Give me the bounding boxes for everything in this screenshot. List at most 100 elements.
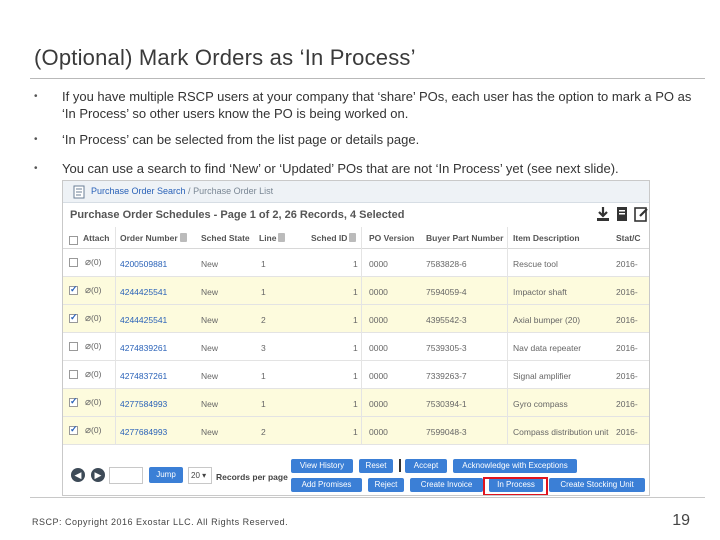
add-promises-button[interactable]: Add Promises [291,478,362,492]
column-header-buyer-part-number[interactable]: Buyer Part Number [426,233,503,243]
grid-title: Purchase Order Schedules - Page 1 of 2, … [70,209,405,221]
attachment-cell[interactable]: ⌀(0) [85,257,101,268]
line-cell: 1 [261,399,266,409]
column-header-line[interactable]: Line [259,233,286,243]
column-header-status[interactable]: Stat/C [616,233,641,243]
item-description-cell: Signal amplifier [513,371,572,381]
jump-button[interactable]: Jump [149,467,183,483]
row-checkbox[interactable] [69,312,78,323]
buyer-part-number-cell: 7539305-3 [426,343,467,353]
order-number-link[interactable]: 4200509881 [120,259,167,269]
attachment-cell[interactable]: ⌀(0) [85,313,101,324]
breadcrumb-current: Purchase Order List [193,186,274,196]
column-divider [115,227,116,445]
slide-title: (Optional) Mark Orders as ‘In Process’ [34,45,416,70]
table-row[interactable]: ⌀(0) 4274839261 New 3 1 0000 7539305-3 Nav data… [63,333,649,361]
row-checkbox[interactable] [69,396,78,407]
grid-footer: ◀ ▶ Jump 20 ▾ Records per page View Hist… [63,459,649,495]
bullet-list: • If you have multiple RSCP users at you… [30,88,705,189]
attachment-count: (0) [91,425,102,435]
po-version-cell: 0000 [369,315,388,325]
sched-id-cell: 1 [353,315,358,325]
create-stocking-unit-button[interactable]: Create Stocking Unit [549,478,645,492]
attachment-cell[interactable]: ⌀(0) [85,285,101,296]
po-version-cell: 0000 [369,371,388,381]
table-row[interactable]: ⌀(0) 4277684993 New 2 1 0000 7599048-3 Compass … [63,417,649,445]
order-number-link[interactable]: 4274837261 [120,371,167,381]
column-divider [361,227,362,445]
attachment-cell[interactable]: ⌀(0) [85,341,101,352]
bullet-item: • If you have multiple RSCP users at you… [30,88,705,122]
attachment-count: (0) [91,257,102,267]
sort-icon[interactable] [179,233,187,242]
sched-state-cell: New [201,259,219,269]
row-checkbox[interactable] [69,424,78,435]
table-row[interactable]: ⌀(0) 4274837261 New 1 1 0000 7339263-7 Signal a… [63,361,649,389]
status-date-cell: 2016- [616,371,638,381]
table-row[interactable]: ⌀(0) 4200509881 New 1 1 0000 7583828-6 Rescue t… [63,249,649,277]
order-number-link[interactable]: 4277684993 [120,427,167,437]
status-date-cell: 2016- [616,399,638,409]
order-number-link[interactable]: 4244425541 [120,287,167,297]
table-row[interactable]: ⌀(0) 4244425541 New 1 1 0000 7594059-4 Impactor… [63,277,649,305]
order-number-link[interactable]: 4277584993 [120,399,167,409]
item-description-cell: Compass distribution unit [513,427,609,437]
column-header-attach[interactable]: Attach [83,233,109,243]
column-header-order-number[interactable]: Order Number [120,233,187,243]
bullet-marker: • [34,134,38,145]
buyer-part-number-cell: 7530394-1 [426,399,467,409]
po-version-cell: 0000 [369,343,388,353]
po-version-cell: 0000 [369,287,388,297]
print-icon[interactable] [614,205,630,223]
reject-button[interactable]: Reject [368,478,404,492]
column-header-po-version[interactable]: PO Version [369,233,414,243]
breadcrumb-link-po-search[interactable]: Purchase Order Search [91,186,186,196]
column-header-label: Order Number [120,233,178,243]
page-number-input[interactable] [109,467,143,484]
footer-divider [30,497,705,498]
attachment-cell[interactable]: ⌀(0) [85,425,101,436]
acknowledge-with-exceptions-button[interactable]: Acknowledge with Exceptions [453,459,577,473]
order-number-link[interactable]: 4244425541 [120,315,167,325]
item-description-cell: Gyro compass [513,399,568,409]
sched-id-cell: 1 [353,259,358,269]
order-number-link[interactable]: 4274839261 [120,343,167,353]
attachment-cell[interactable]: ⌀(0) [85,369,101,380]
column-header-sched-id[interactable]: Sched ID [311,233,357,243]
attachment-count: (0) [91,313,102,323]
attachment-count: (0) [91,369,102,379]
sched-state-cell: New [201,343,219,353]
line-cell: 3 [261,343,266,353]
table-row[interactable]: ⌀(0) 4277584993 New 1 1 0000 7530394-1 Gyro com… [63,389,649,417]
records-per-page-label: Records per page [216,472,288,482]
buyer-part-number-cell: 7594059-4 [426,287,467,297]
sort-icon[interactable] [349,233,357,242]
download-icon[interactable] [595,205,611,223]
reset-button[interactable]: Reset [359,459,393,473]
attachment-cell[interactable]: ⌀(0) [85,397,101,408]
create-invoice-button[interactable]: Create Invoice [410,478,483,492]
row-checkbox[interactable] [69,258,78,267]
next-page-button[interactable]: ▶ [91,468,105,482]
accept-button[interactable]: Accept [405,459,447,473]
edit-icon[interactable] [633,205,649,223]
row-checkbox[interactable] [69,342,78,351]
item-description-cell: Nav data repeater [513,343,582,353]
column-divider [507,227,508,445]
column-header-label: Sched ID [311,233,348,243]
row-checkbox[interactable] [69,370,78,379]
records-per-page-select[interactable]: 20 ▾ [188,467,212,484]
breadcrumb-separator: / [185,186,194,196]
sched-id-cell: 1 [353,427,358,437]
column-header-sched-state[interactable]: Sched State [201,233,250,243]
line-cell: 1 [261,287,266,297]
row-checkbox[interactable] [69,284,78,295]
view-history-button[interactable]: View History [291,459,353,473]
po-schedule-table: Attach Order Number Sched State Line Sch… [63,227,649,445]
column-header-item-description[interactable]: Item Description [513,233,580,243]
table-row[interactable]: ⌀(0) 4244425541 New 2 1 0000 4395542-3 Axial bu… [63,305,649,333]
po-version-cell: 0000 [369,399,388,409]
previous-page-button[interactable]: ◀ [71,468,85,482]
select-all-checkbox[interactable] [69,236,78,245]
sort-icon[interactable] [278,233,286,242]
